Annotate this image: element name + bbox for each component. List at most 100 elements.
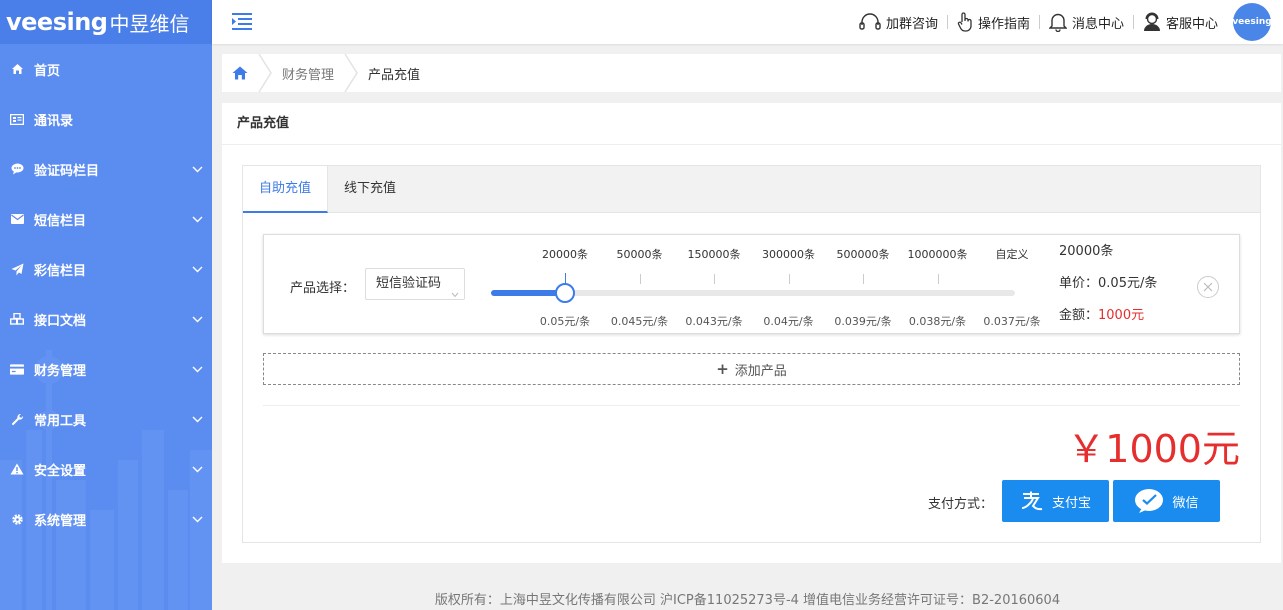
sidebar-item-label: 通讯录	[34, 113, 74, 129]
service-center-link[interactable]: 客服中心	[1134, 12, 1227, 32]
envelope-icon	[10, 212, 24, 226]
tier-quantity[interactable]: 150000条	[688, 246, 741, 262]
sidebar: veesing 中昱维信 首页 通讯录 验证码栏目 短信栏目 彩信栏目 接口文档…	[0, 0, 212, 610]
wechat-pay-button[interactable]: 微信	[1113, 480, 1220, 522]
headset-icon	[859, 13, 881, 30]
slider-tick	[565, 273, 566, 285]
total-amount: ￥1000元	[1067, 427, 1240, 471]
bell-icon	[1048, 13, 1067, 32]
wechat-icon	[1135, 489, 1164, 513]
home-icon[interactable]	[222, 54, 258, 92]
chevron-down-icon	[182, 366, 212, 373]
payment-method-label: 支付方式：	[928, 497, 994, 512]
sidebar-item-home[interactable]: 首页	[0, 44, 212, 94]
sidebar-item-tools[interactable]: 常用工具	[0, 394, 212, 444]
summary-quantity: 20000条	[1059, 244, 1114, 259]
close-icon	[1203, 282, 1213, 292]
wechat-label: 微信	[1172, 495, 1199, 511]
add-product-label: 添加产品	[734, 363, 787, 379]
sidebar-item-label: 系统管理	[34, 513, 87, 529]
amount-label: 金额：	[1059, 308, 1099, 323]
brand-logo[interactable]: veesing 中昱维信	[0, 0, 212, 44]
sidebar-item-mms[interactable]: 彩信栏目	[0, 244, 212, 294]
sidebar-item-label: 常用工具	[34, 413, 87, 429]
chevron-down-icon	[182, 516, 212, 523]
sidebar-item-label: 财务管理	[34, 363, 87, 379]
slider-tick	[788, 274, 790, 284]
summary-unit-price: 单价：0.05元/条	[1059, 276, 1157, 308]
tier-quantity[interactable]: 300000条	[762, 246, 815, 262]
tier-quantity[interactable]: 自定义	[996, 246, 1029, 262]
alipay-button[interactable]: 支付宝	[1002, 480, 1109, 522]
summary-amount: 金额：1000元	[1059, 308, 1157, 340]
plus-icon: +	[716, 360, 729, 378]
logo-chinese-name: 中昱维信	[109, 11, 190, 36]
chat-icon	[10, 162, 24, 176]
message-center-label: 消息中心	[1071, 16, 1124, 32]
slider-thumb[interactable]	[555, 283, 575, 303]
tier-quantity[interactable]: 1000000条	[908, 246, 968, 262]
product-select-value: 短信验证码	[376, 276, 442, 291]
chevron-down-icon	[182, 416, 212, 423]
tier-price: 0.037元/条	[983, 315, 1041, 328]
guide-label: 操作指南	[977, 16, 1030, 32]
message-center-link[interactable]: 消息中心	[1040, 12, 1133, 32]
sidebar-item-security[interactable]: 安全设置	[0, 444, 212, 494]
breadcrumb: 财务管理 产品充值	[222, 54, 1281, 92]
service-center-label: 客服中心	[1165, 16, 1218, 32]
product-select-label: 产品选择：	[290, 281, 356, 296]
chevron-down-icon	[182, 466, 212, 473]
alipay-icon	[1021, 491, 1043, 511]
breadcrumb-item[interactable]: 财务管理	[272, 64, 344, 83]
sidebar-item-label: 首页	[34, 63, 61, 79]
menu-toggle-icon[interactable]	[232, 12, 252, 32]
add-product-button[interactable]: + 添加产品	[263, 353, 1240, 385]
contacts-icon	[10, 112, 24, 126]
tier-quantity[interactable]: 20000条	[542, 246, 588, 262]
sidebar-item-contacts[interactable]: 通讯录	[0, 94, 212, 144]
tab-offline-recharge[interactable]: 线下充值	[328, 166, 412, 213]
sidebar-item-verification-code[interactable]: 验证码栏目	[0, 144, 212, 194]
join-group-link[interactable]: 加群咨询	[850, 12, 947, 32]
sidebar-item-finance[interactable]: 财务管理	[0, 344, 212, 394]
sidebar-item-system[interactable]: 系统管理	[0, 494, 212, 544]
page-title: 产品充值	[222, 103, 1281, 145]
top-header: 加群咨询 操作指南 消息中心 客服中心 veesing	[212, 0, 1283, 44]
cubes-icon	[10, 312, 24, 326]
chevron-down-icon	[182, 266, 212, 273]
agent-icon	[1143, 12, 1160, 31]
recharge-panel: 产品充值 自助充值 线下充值 产品选择： 短信验证码 20000条 0.05元/条…	[222, 103, 1281, 563]
remove-product-button[interactable]	[1197, 276, 1219, 298]
guide-link[interactable]: 操作指南	[948, 12, 1039, 32]
slider-tick	[863, 274, 864, 284]
slider-track[interactable]	[491, 283, 1015, 303]
sidebar-item-label: 接口文档	[34, 313, 87, 329]
tier-price: 0.043元/条	[685, 315, 743, 328]
tier-quantity[interactable]: 500000条	[837, 246, 890, 262]
join-group-label: 加群咨询	[885, 16, 938, 32]
sidebar-item-sms[interactable]: 短信栏目	[0, 194, 212, 244]
tab-self-recharge[interactable]: 自助充值	[243, 166, 329, 213]
unit-price-value: 0.05元/条	[1098, 276, 1158, 291]
slider-tick	[639, 274, 641, 284]
avatar-label: veesing	[1232, 17, 1272, 27]
tier-price: 0.039元/条	[834, 315, 892, 328]
product-select[interactable]: 短信验证码	[365, 268, 465, 300]
avatar[interactable]: veesing	[1232, 3, 1272, 41]
footer-copyright: 版权所有：上海中昱文化传播有限公司 沪ICP备11025273号-4 增值电信业…	[434, 593, 1061, 608]
slider-tick	[937, 274, 939, 284]
tier-price: 0.05元/条	[539, 315, 591, 328]
product-summary: 20000条 单价：0.05元/条 金额：1000元	[1059, 244, 1157, 340]
alipay-label: 支付宝	[1051, 495, 1091, 511]
sidebar-item-label: 短信栏目	[34, 213, 87, 229]
sidebar-item-label: 验证码栏目	[34, 163, 100, 179]
tier-price: 0.045元/条	[610, 315, 669, 328]
chevron-down-icon	[182, 316, 212, 323]
tier-quantity[interactable]: 50000条	[617, 246, 663, 262]
chevron-down-icon	[182, 216, 212, 223]
recharge-tabs: 自助充值 线下充值 产品选择： 短信验证码 20000条 0.05元/条 50000…	[242, 165, 1261, 543]
sidebar-item-api-docs[interactable]: 接口文档	[0, 294, 212, 344]
chevron-down-icon	[451, 280, 459, 310]
warning-icon	[10, 462, 24, 476]
breadcrumb-separator-icon	[258, 54, 272, 92]
